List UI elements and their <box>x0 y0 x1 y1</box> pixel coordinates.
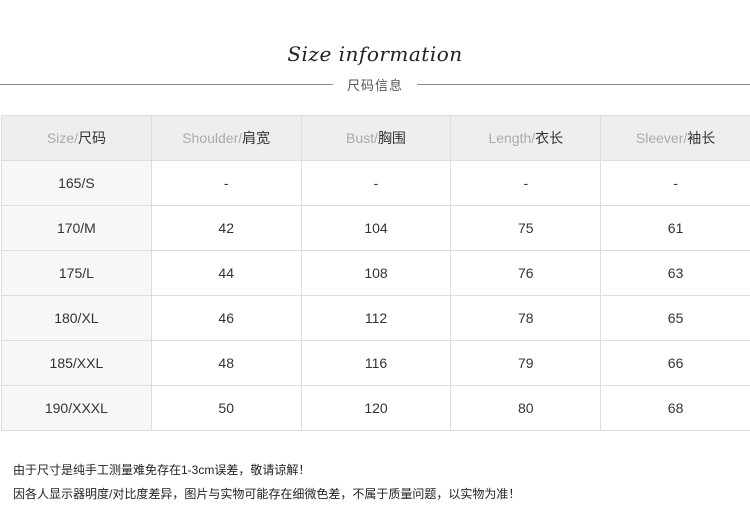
table-row: 190/XXXL 50 120 80 68 <box>1 385 750 431</box>
subtitle-text: 尺码信息 <box>346 78 403 93</box>
cell-size: 165/S <box>1 160 152 206</box>
cell-length: 76 <box>450 250 602 296</box>
cell-bust: - <box>300 160 452 206</box>
cell-sleeve: 68 <box>600 385 750 431</box>
cell-sleeve: 65 <box>600 295 750 341</box>
cell-sleeve: 66 <box>600 340 750 386</box>
cell-size: 190/XXXL <box>1 385 152 431</box>
cell-size: 175/L <box>1 250 152 296</box>
cell-shoulder: 44 <box>150 250 302 296</box>
table-row: 180/XL 46 112 78 65 <box>1 295 750 341</box>
cell-size: 180/XL <box>1 295 152 341</box>
header-size: Size/尺码 <box>1 115 152 161</box>
cell-length: 79 <box>450 340 602 386</box>
cell-bust: 108 <box>300 250 452 296</box>
subtitle-row: 尺码信息 <box>0 74 750 94</box>
divider-right <box>417 84 750 85</box>
cell-size: 170/M <box>1 205 152 251</box>
cell-bust: 104 <box>300 205 452 251</box>
header-length: Length/衣长 <box>450 115 602 161</box>
table-row: 185/XXL 48 116 79 66 <box>1 340 750 386</box>
color-difference-note: 因各人显示器明度/对比度差异，图片与实物可能存在细微色差，不属于质量问题，以实物… <box>13 487 521 501</box>
cell-bust: 116 <box>300 340 452 386</box>
cell-length: 78 <box>450 295 602 341</box>
table-row: 165/S - - - - <box>1 160 750 206</box>
cell-shoulder: 46 <box>150 295 302 341</box>
cell-bust: 112 <box>300 295 452 341</box>
header-sleeve: Sleever/袖长 <box>600 115 750 161</box>
cell-length: - <box>450 160 602 206</box>
cell-length: 80 <box>450 385 602 431</box>
size-information-title: Size information <box>287 42 463 66</box>
cell-length: 75 <box>450 205 602 251</box>
cell-shoulder: 48 <box>150 340 302 386</box>
table-row: 175/L 44 108 76 63 <box>1 250 750 296</box>
cell-sleeve: 61 <box>600 205 750 251</box>
table-row: 170/M 42 104 75 61 <box>1 205 750 251</box>
header-bust: Bust/胸围 <box>300 115 452 161</box>
cell-shoulder: 50 <box>150 385 302 431</box>
measurement-error-note: 由于尺寸是纯手工测量难免存在1-3cm误差，敬请谅解！ <box>13 463 311 477</box>
header-shoulder: Shoulder/肩宽 <box>150 115 302 161</box>
table-header-row: Size/尺码 Shoulder/肩宽 Bust/胸围 Length/衣长 Sl… <box>1 115 750 161</box>
cell-shoulder: - <box>150 160 302 206</box>
divider-left <box>0 84 333 85</box>
cell-bust: 120 <box>300 385 452 431</box>
cell-sleeve: 63 <box>600 250 750 296</box>
cell-size: 185/XXL <box>1 340 152 386</box>
size-table: Size/尺码 Shoulder/肩宽 Bust/胸围 Length/衣长 Sl… <box>1 115 750 431</box>
cell-sleeve: - <box>600 160 750 206</box>
cell-shoulder: 42 <box>150 205 302 251</box>
